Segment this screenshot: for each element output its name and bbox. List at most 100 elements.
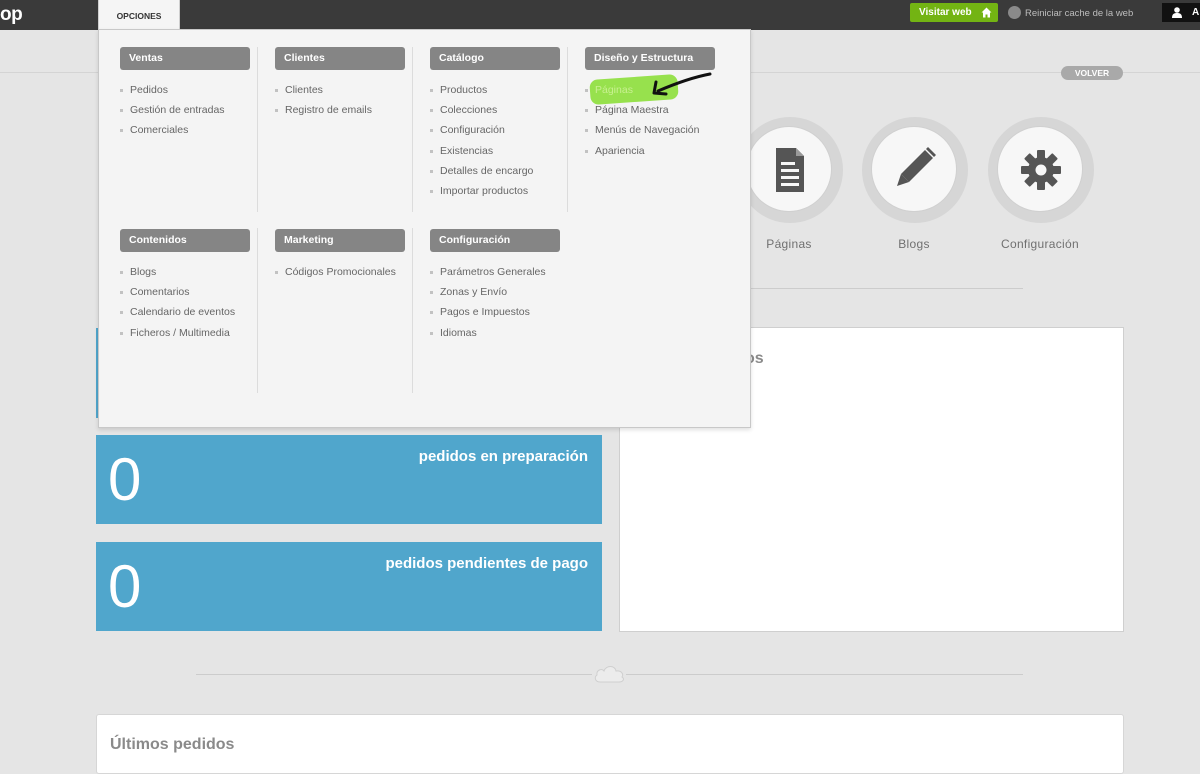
menu-column-divider xyxy=(412,228,413,393)
bullet-icon xyxy=(120,311,123,315)
menu-item-codigos-promocionales[interactable]: Códigos Promocionales xyxy=(275,262,405,282)
section-divider-right xyxy=(626,674,1023,675)
menu-item-pedidos[interactable]: Pedidos xyxy=(120,80,250,100)
bullet-icon xyxy=(430,169,433,173)
menu-item-label: Páginas xyxy=(595,84,633,96)
bullet-icon xyxy=(275,109,278,113)
menu-item-label: Página Maestra xyxy=(595,104,669,117)
menu-item-clientes[interactable]: Clientes xyxy=(275,80,405,100)
menu-item-label: Productos xyxy=(440,84,488,96)
bullet-icon xyxy=(585,129,588,133)
bullet-icon xyxy=(430,149,433,153)
latest-orders-title: Últimos pedidos xyxy=(110,736,235,753)
options-menu-tab[interactable]: OPCIONES xyxy=(98,0,180,30)
menu-item-pagina-maestra[interactable]: Página Maestra xyxy=(585,100,715,120)
menu-column-divider xyxy=(257,228,258,393)
bullet-icon xyxy=(430,291,433,295)
user-initial: A xyxy=(1192,7,1200,18)
bullet-icon xyxy=(430,271,433,274)
menu-item-menus-navegacion[interactable]: Menús de Navegación xyxy=(585,120,715,140)
menu-item-label: Pedidos xyxy=(130,84,168,96)
menu-item-zonas-envio[interactable]: Zonas y Envío xyxy=(430,282,560,302)
user-menu[interactable]: A xyxy=(1162,3,1200,22)
menu-item-productos[interactable]: Productos xyxy=(430,80,560,100)
menu-section-title: Contenidos xyxy=(120,229,250,252)
bullet-icon xyxy=(585,89,588,92)
menu-item-comerciales[interactable]: Comerciales xyxy=(120,120,250,140)
menu-item-blogs[interactable]: Blogs xyxy=(120,262,250,282)
menu-section-catalogo: Catálogo Productos Colecciones Configura… xyxy=(430,47,560,201)
menu-item-gestion-entradas[interactable]: Gestión de entradas xyxy=(120,100,250,120)
document-icon xyxy=(776,148,804,192)
orders-preparing-label: pedidos en preparación xyxy=(418,448,588,465)
menu-item-parametros-generales[interactable]: Parámetros Generales xyxy=(430,262,560,282)
bullet-icon xyxy=(120,129,123,133)
shortcuts-divider xyxy=(740,288,1023,289)
menu-item-label: Blogs xyxy=(130,266,157,278)
settings-shortcut-label: Configuración xyxy=(1001,237,1079,251)
menu-section-title: Configuración xyxy=(430,229,560,252)
bullet-icon xyxy=(120,109,123,113)
menu-item-label: Comentarios xyxy=(130,286,190,299)
menu-item-label: Registro de emails xyxy=(285,104,372,117)
menu-item-label: Gestión de entradas xyxy=(130,104,225,117)
menu-section-contenidos: Contenidos Blogs Comentarios Calendario … xyxy=(120,229,250,343)
menu-item-label: Zonas y Envío xyxy=(440,286,508,299)
bullet-icon xyxy=(120,291,123,295)
menu-item-label: Existencias xyxy=(440,144,494,157)
menu-item-detalles-encargo[interactable]: Detalles de encargo xyxy=(430,161,560,181)
menu-section-ventas: Ventas Pedidos Gestión de entradas Comer… xyxy=(120,47,250,141)
menu-section-configuracion: Configuración Parámetros Generales Zonas… xyxy=(430,229,560,343)
bullet-icon xyxy=(585,149,588,153)
settings-shortcut-button[interactable] xyxy=(988,117,1094,223)
annotation-arrow-icon xyxy=(652,72,712,96)
pages-shortcut-button[interactable] xyxy=(737,117,843,223)
menu-item-label: Calendario de eventos xyxy=(130,306,236,319)
menu-section-clientes: Clientes Clientes Registro de emails xyxy=(275,47,405,120)
top-bar: op OPCIONES Visitar web Reiniciar cache … xyxy=(0,0,1200,30)
options-dropdown-menu: Ventas Pedidos Gestión de entradas Comer… xyxy=(98,29,751,428)
menu-item-label: Configuración xyxy=(440,124,505,137)
menu-item-pagos-impuestos[interactable]: Pagos e Impuestos xyxy=(430,302,560,322)
reset-cache-link[interactable]: Reiniciar cache de la web xyxy=(1008,5,1133,22)
visit-web-button[interactable]: Visitar web xyxy=(910,3,998,22)
menu-item-label: Pagos e Impuestos xyxy=(440,306,530,319)
cloud-icon xyxy=(594,666,624,683)
menu-section-title: Marketing xyxy=(275,229,405,252)
menu-item-colecciones[interactable]: Colecciones xyxy=(430,100,560,120)
home-icon xyxy=(981,7,992,18)
menu-item-ficheros-multimedia[interactable]: Ficheros / Multimedia xyxy=(120,323,250,343)
refresh-icon xyxy=(1008,5,1021,19)
orders-pending-payment-count: 0 xyxy=(108,553,142,620)
back-button[interactable]: VOLVER xyxy=(1061,66,1123,80)
bullet-icon xyxy=(275,89,278,92)
bullet-icon xyxy=(120,89,123,92)
orders-preparing-card[interactable]: 0 pedidos en preparación xyxy=(96,435,602,524)
menu-item-label: Detalles de encargo xyxy=(440,164,534,177)
bullet-icon xyxy=(430,129,433,133)
orders-pending-payment-label: pedidos pendientes de pago xyxy=(385,555,588,572)
orders-pending-payment-card[interactable]: 0 pedidos pendientes de pago xyxy=(96,542,602,631)
menu-item-label: Importar productos xyxy=(440,185,529,198)
menu-item-configuracion-catalogo[interactable]: Configuración xyxy=(430,120,560,140)
menu-item-label: Comerciales xyxy=(130,124,189,137)
menu-item-label: Colecciones xyxy=(440,104,498,117)
bullet-icon xyxy=(120,331,123,335)
visit-web-label: Visitar web xyxy=(919,7,972,18)
menu-item-apariencia[interactable]: Apariencia xyxy=(585,141,715,161)
menu-section-title: Catálogo xyxy=(430,47,560,70)
menu-column-divider xyxy=(257,47,258,212)
menu-item-comentarios[interactable]: Comentarios xyxy=(120,282,250,302)
menu-item-existencias[interactable]: Existencias xyxy=(430,141,560,161)
menu-item-registro-emails[interactable]: Registro de emails xyxy=(275,100,405,120)
menu-section-title: Ventas xyxy=(120,47,250,70)
menu-item-idiomas[interactable]: Idiomas xyxy=(430,323,560,343)
blogs-shortcut-button[interactable] xyxy=(862,117,968,223)
app-logo[interactable]: op xyxy=(0,4,23,26)
menu-section-title: Diseño y Estructura xyxy=(585,47,715,70)
bullet-icon xyxy=(430,311,433,315)
bullet-icon xyxy=(430,89,433,92)
menu-item-importar-productos[interactable]: Importar productos xyxy=(430,181,560,201)
menu-item-calendario-eventos[interactable]: Calendario de eventos xyxy=(120,302,250,322)
reset-cache-label: Reiniciar cache de la web xyxy=(1025,8,1134,19)
